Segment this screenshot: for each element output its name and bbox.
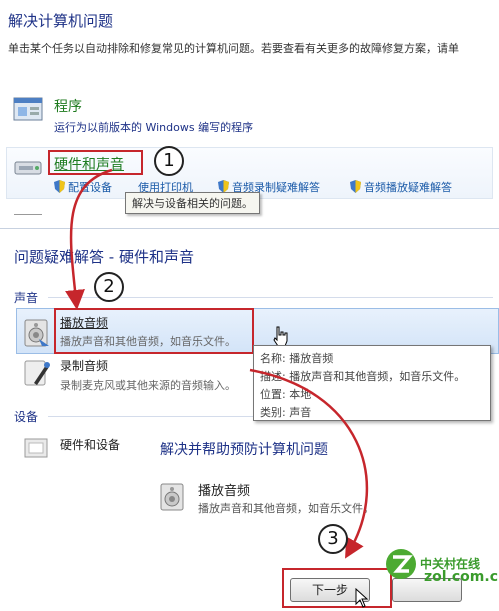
step-2-marker: 2: [94, 272, 124, 302]
annotation-arrows: [65, 168, 369, 559]
step-1-marker: 1: [154, 146, 184, 176]
step-3-marker: 3: [318, 524, 348, 554]
zol-logo-icon: [385, 548, 417, 580]
arrow-step2-to-step3: [249, 368, 369, 559]
watermark-line2: zol.com.cn: [424, 569, 499, 585]
